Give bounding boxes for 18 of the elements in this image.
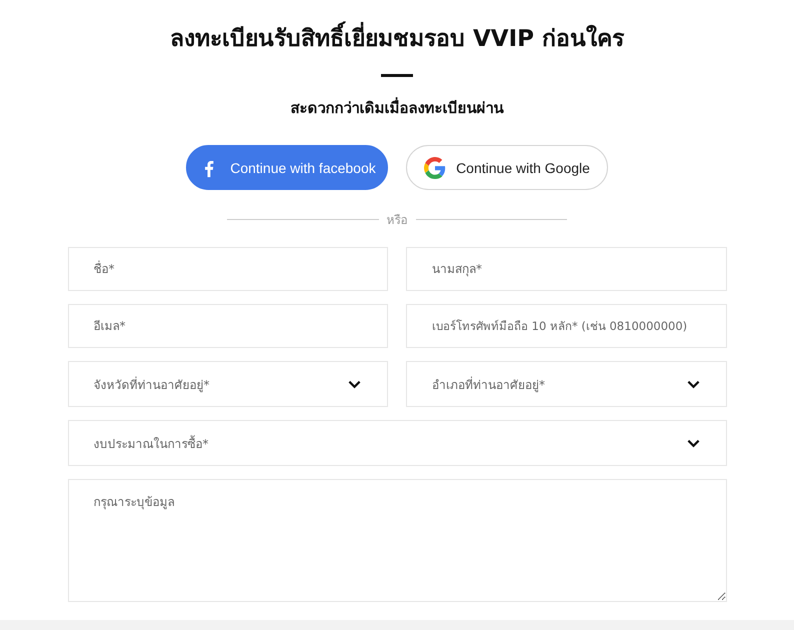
facebook-login-button[interactable]: Continue with facebook xyxy=(186,145,388,190)
title-underline xyxy=(381,74,413,77)
text-field[interactable]: ชื่อ* xyxy=(68,247,388,291)
dropdown-field[interactable]: อำเภอที่ท่านอาศัยอยู่* xyxy=(406,361,726,407)
chevron-down-icon xyxy=(686,380,700,388)
text-field[interactable]: อีเมล* xyxy=(68,304,388,348)
chevron-down-icon xyxy=(348,380,361,388)
subtitle: สะดวกกว่าเดิมเมื่อลงทะเบียนผ่าน xyxy=(290,97,504,119)
google-icon xyxy=(424,156,446,178)
message-textarea[interactable]: กรุณาระบุข้อมูล xyxy=(68,479,726,602)
or-divider-label: หรือ xyxy=(386,212,408,229)
chevron-down-icon xyxy=(686,438,700,448)
text-field[interactable]: เบอร์โทรศัพท์มือถือ 10 หลัก* (เช่น 0810000000) xyxy=(406,304,726,348)
dropdown-field[interactable]: จังหวัดที่ท่านอาศัยอยู่* xyxy=(68,361,388,407)
page-title: ลงทะเบียนรับสิทธิ์เยี่ยมชมรอบ VVIP ก่อนใคร xyxy=(170,22,624,56)
google-login-button[interactable]: Continue with Google xyxy=(406,145,608,190)
dropdown-field[interactable]: งบประมาณในการซื้อ* xyxy=(68,420,726,466)
text-field[interactable]: นามสกุล* xyxy=(406,247,726,291)
